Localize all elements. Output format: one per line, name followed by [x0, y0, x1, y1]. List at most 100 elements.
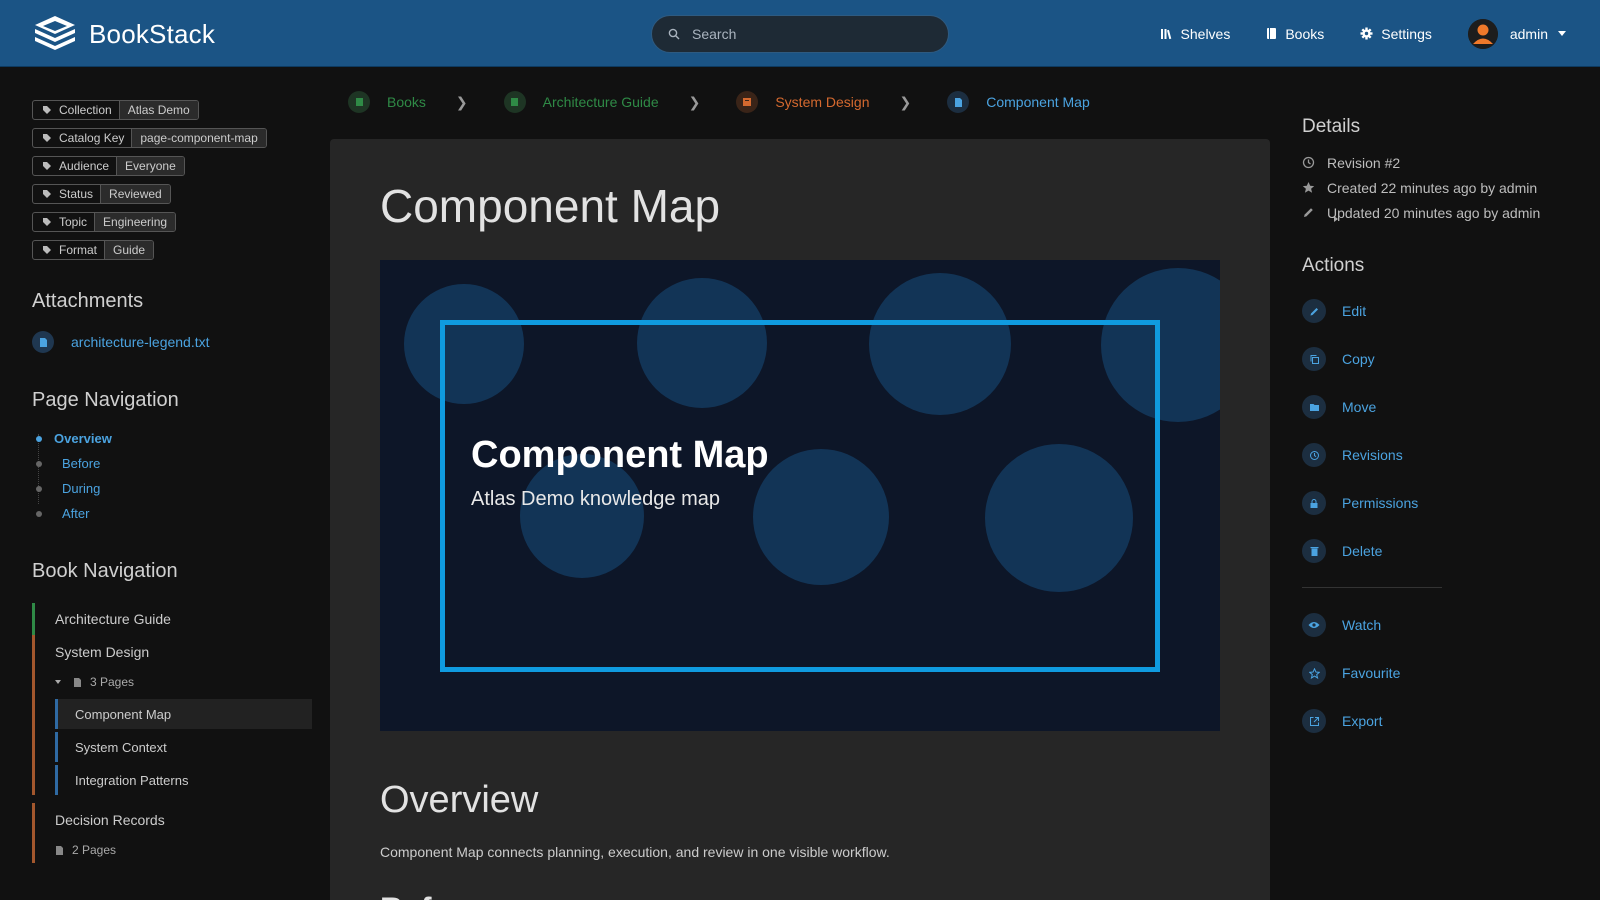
details-heading: Details	[1302, 116, 1361, 137]
favourite-label: Favourite	[1342, 665, 1401, 681]
chapter-page-count: 3 Pages	[90, 675, 135, 689]
book-nav-book[interactable]: Architecture Guide	[32, 603, 312, 635]
actions-list: Edit Copy Move Revisions Permissions Del…	[1302, 287, 1582, 745]
watch-label: Watch	[1342, 617, 1382, 633]
hero-subtitle: Atlas Demo knowledge map	[471, 488, 721, 510]
user-menu[interactable]: admin	[1467, 18, 1566, 49]
eye-icon	[1302, 613, 1326, 637]
chapter-pages-toggle[interactable]: 3 Pages	[55, 669, 312, 695]
revisions-button[interactable]: Revisions	[1302, 431, 1582, 479]
tag[interactable]: Status Reviewed	[32, 184, 171, 204]
book-icon	[1267, 28, 1277, 39]
right-sidebar: Details Revision #2 Created 22 minutes a…	[1302, 116, 1582, 745]
page-nav-item-during[interactable]: During	[32, 476, 312, 501]
nav-settings[interactable]: Settings	[1360, 26, 1432, 42]
page-title: Component Map	[380, 180, 721, 232]
chapter-page-list: Component Map System Context Integration…	[55, 695, 312, 795]
top-nav: Shelves Books Settings admin	[1160, 0, 1600, 67]
avatar	[1467, 18, 1498, 49]
pencil-icon	[1304, 208, 1313, 217]
tag-icon	[43, 218, 51, 226]
move-button[interactable]: Move	[1302, 383, 1582, 431]
chapter-pages-toggle[interactable]: 2 Pages	[55, 216, 1338, 863]
attachment-link[interactable]: architecture-legend.txt	[71, 334, 210, 350]
app-logo[interactable]: BookStack	[33, 14, 215, 54]
page-nav-item-overview[interactable]: Overview	[32, 426, 312, 451]
tag[interactable]: Collection Atlas Demo	[32, 100, 199, 120]
book-nav-page[interactable]: System Context	[55, 732, 312, 762]
tag-icon	[43, 246, 51, 254]
nav-dot-icon	[36, 460, 42, 467]
next-section-heading: Bef	[380, 891, 432, 900]
hero-title: Component Map	[471, 434, 769, 476]
delete-label: Delete	[1342, 543, 1383, 559]
breadcrumb-book[interactable]: Architecture Guide	[503, 91, 659, 113]
edit-label: Edit	[1342, 303, 1367, 319]
trash-icon	[1302, 539, 1326, 563]
tag[interactable]: Format Guide	[32, 240, 155, 260]
breadcrumb-label: System Design	[775, 94, 870, 110]
delete-button[interactable]: Delete	[1302, 527, 1582, 575]
breadcrumb-books[interactable]: Books	[348, 91, 426, 113]
chapter-title[interactable]: Decision Records	[55, 803, 312, 837]
tag[interactable]: Catalog Key page-component-map	[32, 128, 267, 148]
nav-books[interactable]: Books	[1266, 26, 1324, 42]
copy-button[interactable]: Copy	[1302, 335, 1582, 383]
tag-value: page-component-map	[132, 129, 266, 147]
tag-icon	[43, 162, 51, 170]
breadcrumb-page[interactable]: Component Map	[947, 91, 1090, 113]
page-nav-item-before[interactable]: Before	[32, 451, 312, 476]
star-icon	[1302, 182, 1315, 193]
section-heading: Overview	[380, 779, 539, 821]
page-navigation-heading: Page Navigation	[32, 389, 179, 411]
favourite-button[interactable]: Favourite	[1302, 649, 1582, 697]
export-button[interactable]: Export	[1302, 697, 1582, 745]
details-list: Revision #2 Created 22 minutes ago by ad…	[1302, 150, 1582, 225]
permissions-button[interactable]: Permissions	[1302, 479, 1582, 527]
bookstack-logo-icon	[35, 16, 75, 50]
book-nav-page[interactable]: Component Map	[55, 699, 312, 729]
chapter-title[interactable]: System Design	[55, 635, 312, 669]
history-icon	[1302, 156, 1315, 169]
tag-name: Collection	[59, 103, 112, 117]
book-nav-page[interactable]: Integration Patterns	[55, 765, 312, 795]
nav-shelves-label: Shelves	[1180, 25, 1231, 42]
breadcrumb-chapter[interactable]: System Design	[736, 91, 870, 113]
nav-shelves[interactable]: Shelves	[1160, 25, 1231, 42]
copy-label: Copy	[1342, 351, 1375, 367]
page-navigation: Overview Before During After	[32, 426, 312, 526]
tag-icon	[43, 190, 51, 198]
move-label: Move	[1342, 399, 1377, 415]
pencil-icon	[1302, 299, 1326, 323]
export-icon	[1302, 709, 1326, 733]
breadcrumb: Books ❯ Architecture Guide ❯ System Desi…	[348, 90, 1090, 114]
attachment-item[interactable]: architecture-legend.txt	[32, 331, 312, 353]
nav-dot-icon	[36, 485, 42, 492]
book-nav-chapter: System Design 3 Pages Component Map Syst…	[32, 635, 312, 795]
edit-button[interactable]: Edit	[1302, 287, 1582, 335]
search-placeholder: Search	[692, 26, 737, 42]
chapter-page-count: 2 Pages	[72, 843, 117, 857]
revisions-label: Revisions	[1342, 447, 1403, 463]
folder-icon	[1302, 395, 1326, 419]
search-icon	[668, 28, 680, 40]
created-label: Created 22 minutes ago by admin	[1327, 179, 1538, 196]
page-nav-label: During	[62, 481, 101, 496]
left-sidebar: Collection Atlas Demo Catalog Key page-c…	[32, 100, 1338, 863]
page-icon	[947, 91, 970, 113]
updated-label: Updated 20 minutes ago by admin	[1327, 204, 1541, 221]
tag[interactable]: Topic Engineering	[32, 212, 177, 232]
tag-icon	[43, 134, 51, 142]
chevron-right-icon: ❯	[455, 93, 468, 110]
page-nav-item-after[interactable]: After	[32, 501, 312, 526]
watch-button[interactable]: Watch	[1302, 601, 1582, 649]
revision-info[interactable]: Revision #2	[1302, 150, 1582, 175]
tag-name: Format	[59, 243, 98, 257]
tag-list: Collection Atlas Demo Catalog Key page-c…	[32, 100, 312, 268]
tag[interactable]: Audience Everyone	[32, 156, 185, 176]
breadcrumb-label: Architecture Guide	[542, 94, 659, 110]
search-input[interactable]: Search	[651, 15, 949, 53]
top-header: BookStack Search Shelves Books Settings …	[0, 0, 1600, 67]
chevron-down-icon	[1558, 31, 1566, 36]
attachments-heading: Attachments	[32, 290, 144, 312]
